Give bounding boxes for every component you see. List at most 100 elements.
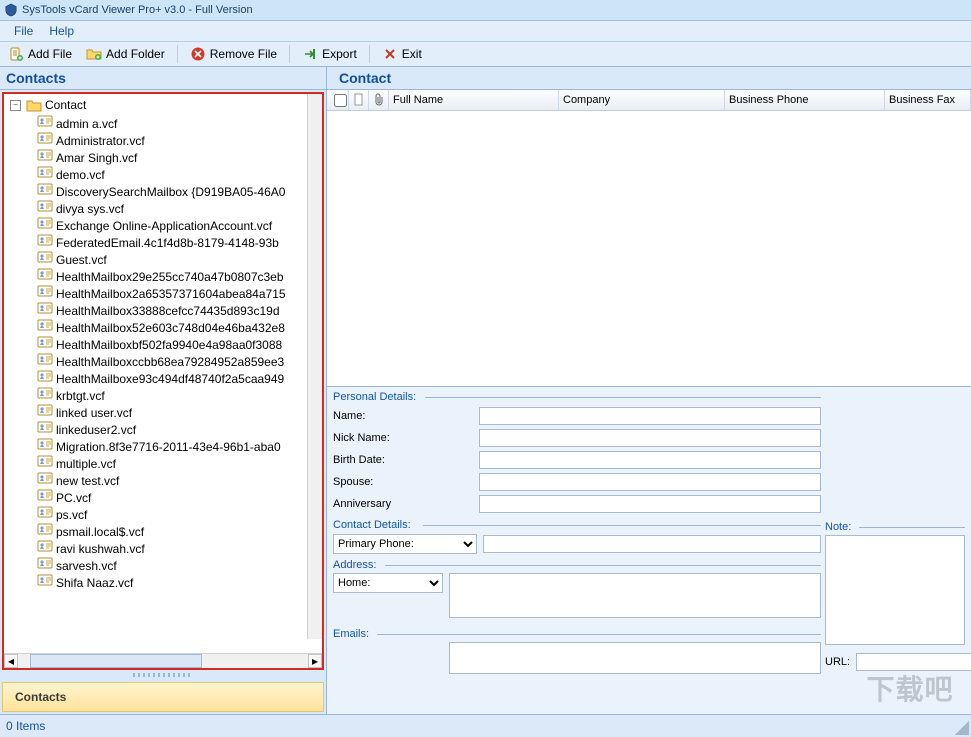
tree-item[interactable]: linked user.vcf — [34, 403, 322, 420]
nickname-input[interactable] — [479, 429, 821, 447]
export-button[interactable]: Export — [298, 45, 361, 63]
contact-panel-title: Contact — [339, 70, 391, 86]
add-file-button[interactable]: Add File — [4, 45, 76, 63]
address-input[interactable] — [449, 573, 821, 618]
tree-item-label: Amar Singh.vcf — [56, 151, 137, 165]
phone-type-select[interactable]: Primary Phone: — [333, 534, 477, 554]
name-input[interactable] — [479, 407, 821, 425]
remove-file-button[interactable]: Remove File — [186, 45, 281, 63]
folder-icon — [26, 98, 42, 112]
spouse-input[interactable] — [479, 473, 821, 491]
tree-vertical-scrollbar[interactable] — [307, 94, 322, 639]
tree-item[interactable]: ps.vcf — [34, 505, 322, 522]
collapse-icon[interactable]: − — [10, 100, 21, 111]
tree-item[interactable]: linkeduser2.vcf — [34, 420, 322, 437]
vcard-icon — [37, 539, 53, 553]
personal-details-legend: Personal Details: — [333, 391, 821, 403]
exit-label: Exit — [402, 47, 422, 61]
splitter-handle[interactable] — [0, 672, 326, 678]
vcard-icon — [37, 131, 53, 145]
column-company[interactable]: Company — [559, 90, 725, 110]
select-all-checkbox[interactable] — [334, 94, 347, 107]
tree-item[interactable]: PC.vcf — [34, 488, 322, 505]
birthdate-input[interactable] — [479, 451, 821, 469]
column-attachment-icon[interactable] — [369, 90, 389, 110]
url-input[interactable] — [856, 653, 971, 671]
vcard-icon — [37, 386, 53, 400]
tree-item[interactable]: Shifa Naaz.vcf — [34, 573, 322, 590]
tree-item-label: FederatedEmail.4c1f4d8b-8179-4148-93b — [56, 236, 279, 250]
add-folder-icon — [86, 46, 102, 62]
tree-item[interactable]: HealthMailboxe93c494df48740f2a5caa949 — [34, 369, 322, 386]
tree-item[interactable]: krbtgt.vcf — [34, 386, 322, 403]
tree-item[interactable]: divya sys.vcf — [34, 199, 322, 216]
tree-item[interactable]: Administrator.vcf — [34, 131, 322, 148]
tree-item[interactable]: psmail.local$.vcf — [34, 522, 322, 539]
column-business-phone[interactable]: Business Phone — [725, 90, 885, 110]
tree-item[interactable]: multiple.vcf — [34, 454, 322, 471]
column-full-name[interactable]: Full Name — [389, 90, 559, 110]
exit-button[interactable]: Exit — [378, 45, 426, 63]
tree-item[interactable]: Exchange Online-ApplicationAccount.vcf — [34, 216, 322, 233]
address-type-select[interactable]: Home: — [333, 573, 443, 593]
tree-item[interactable]: Migration.8f3e7716-2011-43e4-96b1-aba0 — [34, 437, 322, 454]
tree-item[interactable]: HealthMailbox52e603c748d04e46ba432e8 — [34, 318, 322, 335]
contacts-tree[interactable]: − Contact admin a.vcfAdministrator.vcf Am… — [2, 92, 324, 670]
name-label: Name: — [333, 410, 473, 422]
left-panel: Contacts − Contact admin a.vcfAdministra… — [0, 67, 327, 714]
tree-item[interactable]: HealthMailbox2a65357371604abea84a715 — [34, 284, 322, 301]
tree-item[interactable]: Amar Singh.vcf — [34, 148, 322, 165]
column-flag-icon[interactable] — [349, 90, 369, 110]
scroll-right-icon[interactable]: ▸ — [308, 654, 322, 668]
contacts-panel-header: Contacts — [0, 67, 326, 90]
vcard-icon — [37, 420, 53, 434]
exit-icon — [382, 46, 398, 62]
menu-help[interactable]: Help — [41, 22, 82, 40]
emails-input[interactable] — [449, 642, 822, 674]
tree-item[interactable]: ravi kushwah.vcf — [34, 539, 322, 556]
tree-item[interactable]: HealthMailboxccbb68ea79284952a859ee3 — [34, 352, 322, 369]
contact-grid[interactable]: Full Name Company Business Phone Busines… — [327, 90, 971, 387]
tree-item-label: Exchange Online-ApplicationAccount.vcf — [56, 219, 272, 233]
tree-item-label: multiple.vcf — [56, 457, 116, 471]
tree-item[interactable]: HealthMailbox33888cefcc74435d893c19d — [34, 301, 322, 318]
tree-item[interactable]: HealthMailbox29e255cc740a47b0807c3eb — [34, 267, 322, 284]
scroll-left-icon[interactable]: ◂ — [4, 654, 18, 668]
tree-item[interactable]: admin a.vcf — [34, 114, 322, 131]
note-input[interactable] — [825, 535, 965, 645]
grid-body[interactable] — [327, 111, 971, 386]
nav-contacts-button[interactable]: Contacts — [2, 682, 324, 712]
tree-item[interactable]: demo.vcf — [34, 165, 322, 182]
add-folder-button[interactable]: Add Folder — [82, 45, 169, 63]
tree-horizontal-scrollbar[interactable]: ◂ ▸ — [4, 653, 322, 668]
right-panel: Contact Full Name Company Business Phone… — [327, 67, 971, 714]
anniversary-input[interactable] — [479, 495, 821, 513]
phone-input[interactable] — [483, 535, 821, 553]
toolbar-separator — [369, 45, 370, 63]
tree-item[interactable]: HealthMailboxbf502fa9940e4a98aa0f3088 — [34, 335, 322, 352]
tree-item[interactable]: DiscoverySearchMailbox {D919BA05-46A0 — [34, 182, 322, 199]
tree-item[interactable]: sarvesh.vcf — [34, 556, 322, 573]
vcard-icon — [37, 369, 53, 383]
resize-grip-icon[interactable] — [951, 717, 969, 735]
spouse-label: Spouse: — [333, 476, 473, 488]
address-legend: Address: — [333, 559, 821, 571]
tree-item[interactable]: FederatedEmail.4c1f4d8b-8179-4148-93b — [34, 233, 322, 250]
tree-item[interactable]: Guest.vcf — [34, 250, 322, 267]
vcard-icon — [37, 505, 53, 519]
vcard-icon — [37, 165, 53, 179]
vcard-icon — [37, 301, 53, 315]
status-item-count: 0 Items — [6, 719, 45, 733]
menu-file[interactable]: File — [6, 22, 41, 40]
app-icon — [4, 3, 18, 17]
column-checkbox[interactable] — [327, 90, 349, 110]
tree-item-label: DiscoverySearchMailbox {D919BA05-46A0 — [56, 185, 285, 199]
window-title: SysTools vCard Viewer Pro+ v3.0 - Full V… — [22, 4, 253, 16]
tree-root-node[interactable]: − Contact — [8, 96, 322, 114]
vcard-icon — [37, 267, 53, 281]
tree-item[interactable]: new test.vcf — [34, 471, 322, 488]
scrollbar-thumb[interactable] — [30, 654, 202, 668]
contact-panel-header: Contact — [327, 67, 971, 90]
vcard-icon — [37, 437, 53, 451]
column-business-fax[interactable]: Business Fax — [885, 90, 971, 110]
